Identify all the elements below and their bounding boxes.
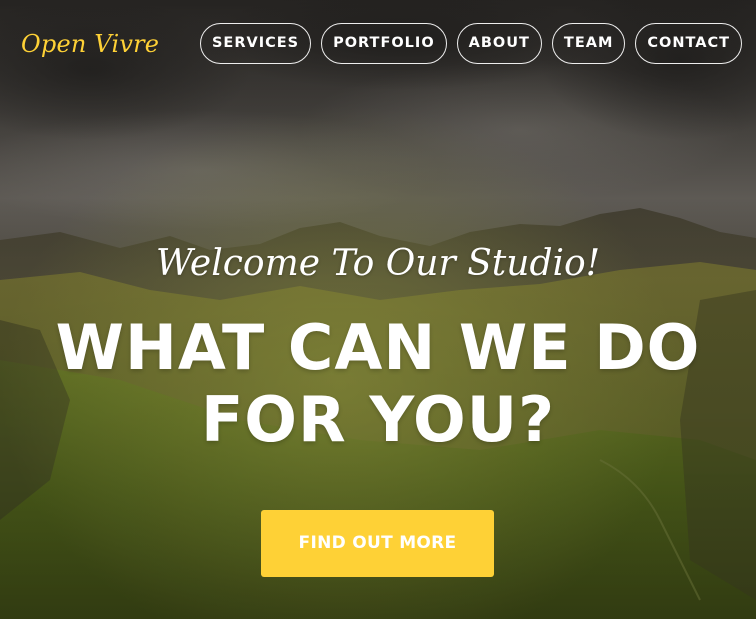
hero-lead-in: Welcome To Our Studio! (155, 243, 601, 284)
find-out-more-button[interactable]: FIND OUT MORE (261, 510, 494, 577)
nav-item-team: TEAM (551, 23, 626, 64)
hero-section: Open Vivre SERVICES PORTFOLIO ABOUT TEAM… (0, 0, 756, 619)
nav-item-services: SERVICES (199, 23, 312, 64)
nav-item-contact: CONTACT (635, 23, 742, 64)
nav-link-about[interactable]: ABOUT (456, 23, 542, 64)
nav-item-portfolio: PORTFOLIO (321, 23, 447, 64)
nav-link-contact[interactable]: CONTACT (635, 23, 742, 64)
nav-link-services[interactable]: SERVICES (199, 23, 312, 64)
hero-heading-line-1: WHAT CAN WE DO (55, 311, 701, 384)
brand-logo[interactable]: Open Vivre (21, 30, 159, 58)
nav-item-about: ABOUT (456, 23, 542, 64)
hero-heading-line-2: FOR YOU? (200, 383, 556, 456)
nav-link-team[interactable]: TEAM (551, 23, 626, 64)
nav-menu: SERVICES PORTFOLIO ABOUT TEAM CONTACT (199, 23, 742, 64)
nav-link-portfolio[interactable]: PORTFOLIO (321, 23, 447, 64)
hero-heading: WHAT CAN WE DO FOR YOU? (0, 312, 756, 456)
top-navbar: Open Vivre SERVICES PORTFOLIO ABOUT TEAM… (0, 0, 756, 90)
